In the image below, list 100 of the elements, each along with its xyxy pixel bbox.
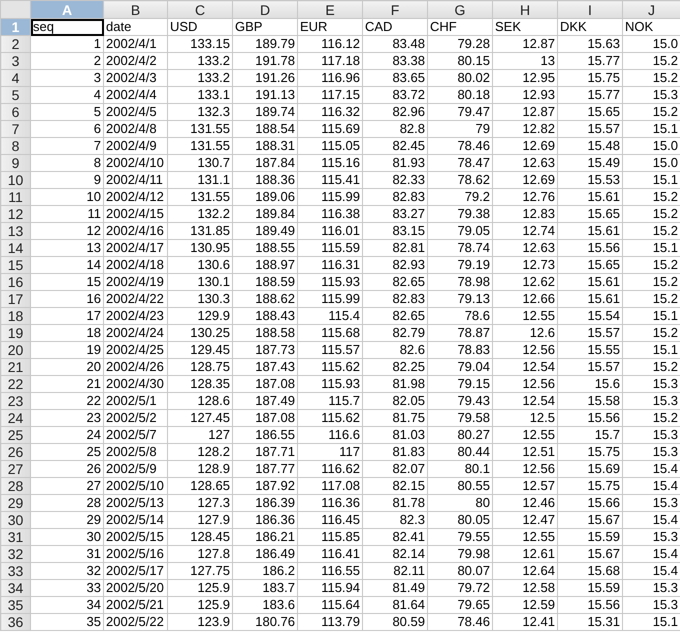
table-cell[interactable]: 82.45 — [362, 138, 428, 154]
table-cell[interactable]: 15.3 — [622, 392, 680, 410]
table-cell[interactable]: 188.36 — [232, 172, 298, 188]
table-cell[interactable]: 15.3 — [622, 426, 680, 444]
table-cell[interactable]: 83.27 — [362, 206, 428, 222]
table-cell[interactable]: 82.25 — [362, 358, 428, 376]
table-cell[interactable]: 79.19 — [428, 256, 492, 274]
table-cell[interactable]: 1 — [30, 36, 104, 52]
row-header[interactable]: 10 — [0, 172, 30, 188]
table-cell[interactable]: 12.58 — [492, 580, 558, 596]
table-cell[interactable]: 12.56 — [492, 342, 558, 358]
table-cell[interactable]: 79.2 — [428, 188, 492, 206]
table-cell[interactable]: 3 — [30, 70, 104, 86]
table-cell[interactable]: 12.87 — [492, 36, 558, 52]
table-cell[interactable]: 13 — [30, 240, 104, 256]
table-cell[interactable]: 79.65 — [428, 596, 492, 614]
table-cell[interactable]: 2002/4/26 — [104, 358, 168, 376]
table-cell[interactable]: 131.55 — [168, 138, 232, 154]
table-cell[interactable]: 79.15 — [428, 376, 492, 392]
table-cell[interactable]: 15.2 — [622, 70, 680, 86]
table-cell[interactable]: 30 — [30, 528, 104, 546]
table-cell[interactable]: 12.57 — [492, 478, 558, 494]
table-cell[interactable]: 131.55 — [168, 188, 232, 206]
table-cell[interactable]: 129.9 — [168, 308, 232, 324]
table-cell[interactable]: 81.75 — [362, 410, 428, 426]
table-cell[interactable]: 127.8 — [168, 546, 232, 562]
table-cell[interactable]: 128.65 — [168, 478, 232, 494]
table-cell[interactable]: 2002/5/10 — [104, 478, 168, 494]
table-cell[interactable]: 79.58 — [428, 410, 492, 426]
table-cell[interactable]: 78.83 — [428, 342, 492, 358]
table-cell[interactable]: 12.69 — [492, 138, 558, 154]
table-cell[interactable]: 12.6 — [492, 324, 558, 342]
table-cell[interactable]: 133.2 — [168, 52, 232, 70]
table-cell[interactable]: 2002/5/13 — [104, 494, 168, 512]
table-cell[interactable]: 186.39 — [232, 494, 298, 512]
column-header[interactable]: B — [104, 0, 168, 18]
table-cell[interactable]: 189.49 — [232, 222, 298, 240]
table-cell[interactable]: 2002/5/2 — [104, 410, 168, 426]
row-header[interactable]: 13 — [0, 222, 30, 240]
table-cell[interactable]: 15.2 — [622, 358, 680, 376]
table-cell[interactable]: USD — [168, 18, 232, 36]
table-cell[interactable]: 83.65 — [362, 70, 428, 86]
table-cell[interactable]: 12.56 — [492, 460, 558, 478]
table-cell[interactable]: 78.6 — [428, 308, 492, 324]
table-cell[interactable]: 188.43 — [232, 308, 298, 324]
table-cell[interactable]: 187.77 — [232, 460, 298, 478]
table-cell[interactable]: 21 — [30, 376, 104, 392]
table-cell[interactable]: 116.45 — [298, 512, 362, 528]
row-header[interactable]: 6 — [0, 104, 30, 120]
table-cell[interactable]: 34 — [30, 596, 104, 614]
table-cell[interactable]: 187.73 — [232, 342, 298, 358]
table-cell[interactable]: 127.3 — [168, 494, 232, 512]
table-cell[interactable]: DKK — [558, 18, 622, 36]
table-cell[interactable]: 12.47 — [492, 512, 558, 528]
table-cell[interactable]: 80.07 — [428, 562, 492, 580]
table-cell[interactable]: 15.3 — [622, 596, 680, 614]
table-cell[interactable]: 78.62 — [428, 172, 492, 188]
table-cell[interactable]: 83.48 — [362, 36, 428, 52]
table-cell[interactable]: 15.77 — [558, 86, 622, 104]
table-cell[interactable]: 78.87 — [428, 324, 492, 342]
table-cell[interactable]: 15.3 — [622, 376, 680, 392]
row-header[interactable]: 25 — [0, 426, 30, 444]
row-header[interactable]: 7 — [0, 120, 30, 138]
table-cell[interactable]: 12.41 — [492, 614, 558, 630]
table-cell[interactable]: 82.96 — [362, 104, 428, 120]
table-cell[interactable]: 80.18 — [428, 86, 492, 104]
table-cell[interactable]: 81.93 — [362, 154, 428, 172]
row-header[interactable]: 35 — [0, 596, 30, 614]
table-cell[interactable]: 82.65 — [362, 274, 428, 290]
table-cell[interactable]: 15.49 — [558, 154, 622, 172]
table-cell[interactable]: 82.07 — [362, 460, 428, 478]
table-cell[interactable]: 2002/5/17 — [104, 562, 168, 580]
table-cell[interactable]: 83.72 — [362, 86, 428, 104]
table-cell[interactable]: 15.2 — [622, 290, 680, 308]
table-cell[interactable]: 115.64 — [298, 596, 362, 614]
table-cell[interactable]: EUR — [298, 18, 362, 36]
table-cell[interactable]: 12.56 — [492, 376, 558, 392]
table-cell[interactable]: 186.55 — [232, 426, 298, 444]
table-cell[interactable]: 115.99 — [298, 290, 362, 308]
table-cell[interactable]: 15.3 — [622, 580, 680, 596]
table-cell[interactable]: 12.54 — [492, 358, 558, 376]
column-header[interactable]: C — [168, 0, 232, 18]
table-cell[interactable]: 12.61 — [492, 546, 558, 562]
table-cell[interactable]: 186.49 — [232, 546, 298, 562]
table-cell[interactable]: 82.11 — [362, 562, 428, 580]
table-cell[interactable]: 79.13 — [428, 290, 492, 308]
select-all-corner[interactable] — [0, 0, 30, 18]
table-cell[interactable]: 130.3 — [168, 290, 232, 308]
table-cell[interactable]: 2002/4/19 — [104, 274, 168, 290]
table-cell[interactable]: 33 — [30, 580, 104, 596]
table-cell[interactable]: 81.49 — [362, 580, 428, 596]
table-cell[interactable]: 12.54 — [492, 392, 558, 410]
table-cell[interactable]: 2002/4/3 — [104, 70, 168, 86]
table-cell[interactable]: 8 — [30, 154, 104, 172]
table-cell[interactable]: 115.4 — [298, 308, 362, 324]
table-cell[interactable]: 79.47 — [428, 104, 492, 120]
table-cell[interactable]: 2002/4/9 — [104, 138, 168, 154]
row-header[interactable]: 16 — [0, 274, 30, 290]
table-cell[interactable]: 15.63 — [558, 36, 622, 52]
table-cell[interactable]: 116.55 — [298, 562, 362, 580]
